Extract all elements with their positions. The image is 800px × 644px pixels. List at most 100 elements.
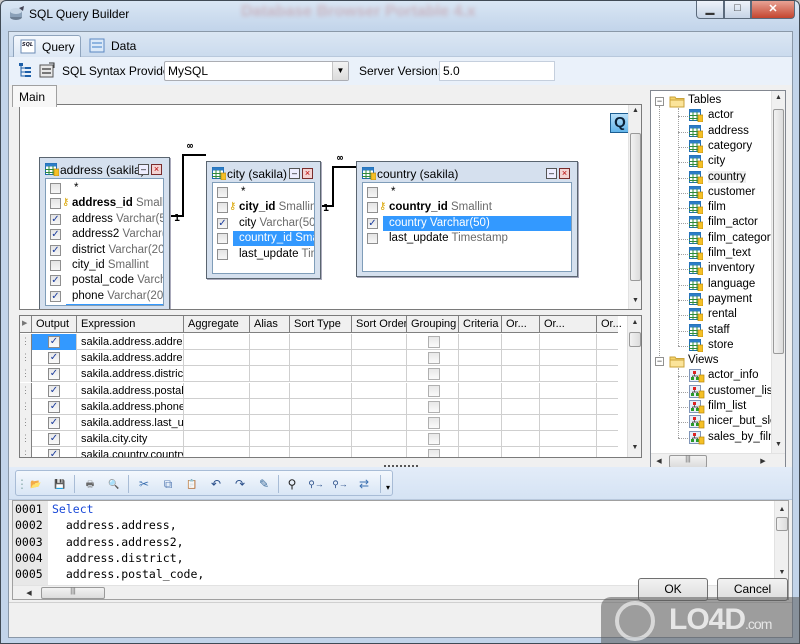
grid-cell[interactable] (290, 350, 352, 367)
grid-cell[interactable] (459, 334, 502, 350)
output-checkbox[interactable]: ✓ (48, 449, 60, 457)
grid-cell[interactable] (502, 447, 540, 457)
grid-cell[interactable] (459, 398, 502, 415)
grid-cell[interactable] (597, 415, 630, 431)
field-row[interactable]: ⚷city_id Smallint (213, 200, 314, 215)
output-checkbox[interactable]: ✓ (48, 336, 60, 348)
collapse-table-icon[interactable]: – (546, 168, 557, 179)
field-checkbox[interactable]: ✓ (50, 213, 61, 225)
field-checkbox[interactable] (367, 202, 378, 214)
grid-cell[interactable] (352, 431, 407, 448)
tab-query[interactable]: SQL Query (13, 35, 81, 57)
scroll-left-icon[interactable]: ◀ (25, 589, 33, 597)
field-row[interactable]: ✓ district Varchar(20) (46, 243, 163, 258)
table-row[interactable]: ⋮ ✓ sakila.address.address ✓ (20, 334, 630, 350)
grid-cell[interactable] (540, 415, 597, 431)
table-row[interactable]: ⋮ ✓ sakila.address.address2 ✓ (20, 350, 630, 367)
scroll-thumb[interactable] (773, 109, 784, 354)
grid-cell[interactable] (597, 431, 630, 448)
field-row[interactable]: ✓ address2 Varchar(50) (46, 227, 163, 242)
title-bar[interactable]: SQL Query Builder Database Browser Porta… (1, 1, 799, 27)
scroll-right-icon[interactable]: ▶ (759, 457, 767, 465)
grid-cell[interactable] (290, 398, 352, 415)
grid-cell[interactable] (502, 382, 540, 399)
grid-cell[interactable] (459, 415, 502, 431)
grid-cell[interactable]: ✓ (32, 447, 77, 457)
grid-cell[interactable] (597, 398, 630, 415)
grid-cell[interactable] (502, 398, 540, 415)
table-box-header[interactable]: country (sakila) – × (360, 165, 574, 183)
column-header[interactable]: Sort Type (290, 316, 352, 333)
diagram-vertical-scrollbar[interactable]: ▲ ▼ (628, 105, 641, 309)
field-row[interactable]: ⚷ country_id Smallint (363, 200, 571, 215)
scroll-thumb[interactable] (630, 133, 641, 281)
grid-cell[interactable] (290, 447, 352, 457)
field-checkbox[interactable] (217, 202, 228, 214)
table-row[interactable]: ⋮ ✓ sakila.address.postal_code ✓ (20, 382, 630, 399)
row-drag-handle[interactable]: ⋮ (20, 350, 32, 367)
grid-cell[interactable] (250, 366, 290, 383)
row-drag-handle[interactable]: ⋮ (20, 382, 32, 399)
grid-cell[interactable]: sakila.country.country (77, 447, 184, 457)
scroll-thumb[interactable] (776, 517, 788, 531)
field-row[interactable]: * (213, 185, 314, 200)
grid-cell[interactable] (290, 334, 352, 350)
grid-cell[interactable] (502, 415, 540, 431)
table-box-header[interactable]: address (sakila) – × (43, 161, 166, 179)
grid-cell[interactable] (540, 447, 597, 457)
grid-cell[interactable] (352, 350, 407, 367)
field-checkbox[interactable]: ✓ (50, 290, 61, 302)
tree-structure-icon[interactable] (17, 62, 33, 78)
grouping-checkbox[interactable]: ✓ (428, 352, 440, 365)
grid-cell[interactable] (290, 431, 352, 448)
code-line[interactable]: 0001 Select (13, 501, 773, 517)
grid-cell[interactable] (502, 350, 540, 367)
syntax-provider-select[interactable]: MySQL ▼ (164, 61, 349, 81)
row-drag-handle[interactable]: ⋮ (20, 431, 32, 448)
grid-cell[interactable] (250, 398, 290, 415)
grouping-checkbox[interactable]: ✓ (428, 384, 440, 397)
field-checkbox[interactable]: ✓ (367, 217, 378, 229)
field-checkbox[interactable] (50, 183, 61, 194)
field-row[interactable]: ✓ country Varchar(50) (363, 215, 571, 231)
grid-cell[interactable] (597, 334, 630, 350)
grid-cell[interactable]: sakila.address.address (77, 334, 184, 350)
grid-cell[interactable]: ✓ (32, 366, 77, 383)
output-checkbox[interactable]: ✓ (48, 352, 60, 365)
find-prev-icon[interactable]: ⚲→ (332, 476, 348, 492)
properties-icon[interactable] (39, 62, 55, 78)
field-row[interactable]: country_id Smallint (213, 231, 314, 247)
table-row[interactable]: ⋮ ✓ sakila.address.last_update ✓ (20, 415, 630, 431)
grid-cell[interactable] (540, 398, 597, 415)
scroll-down-icon[interactable]: ▼ (772, 441, 785, 448)
grouping-checkbox[interactable]: ✓ (428, 433, 440, 446)
scroll-up-icon[interactable]: ▲ (629, 107, 641, 114)
grid-cell[interactable]: ✓ (407, 366, 459, 383)
table-box-address[interactable]: address (sakila)–× * ⚷address_id Smallint… (39, 157, 170, 309)
column-header[interactable]: Criteria (459, 316, 502, 333)
grouping-checkbox[interactable]: ✓ (428, 400, 440, 413)
query-properties-button[interactable]: Q (610, 113, 630, 133)
row-drag-handle[interactable]: ⋮ (20, 366, 32, 383)
grid-cell[interactable] (597, 366, 630, 383)
field-checkbox[interactable]: ✓ (50, 244, 61, 256)
field-checkbox[interactable] (367, 187, 378, 198)
row-drag-handle[interactable]: ⋮ (20, 398, 32, 415)
field-row[interactable]: ✓ address Varchar(50) (46, 212, 163, 227)
grid-cell[interactable] (459, 447, 502, 457)
grid-cell[interactable] (459, 431, 502, 448)
maximize-button[interactable]: □ (724, 1, 751, 19)
open-icon[interactable]: 📂 (28, 476, 44, 492)
grid-cell[interactable]: ✓ (32, 398, 77, 415)
grid-cell[interactable] (502, 366, 540, 383)
query-diagram-canvas[interactable]: 1 ∞ 1 ∞ address (sakila) – × * ⚷ address_id … (19, 104, 642, 310)
output-checkbox[interactable]: ✓ (48, 433, 60, 446)
grid-cell[interactable] (459, 366, 502, 383)
grid-cell[interactable] (459, 350, 502, 367)
chevron-down-icon[interactable]: ▼ (332, 62, 348, 80)
column-header[interactable]: Expression (77, 316, 184, 333)
grid-cell[interactable]: ✓ (32, 350, 77, 367)
collapse-table-icon[interactable]: – (138, 164, 149, 175)
scroll-up-icon[interactable]: ▲ (628, 319, 641, 326)
grid-cell[interactable] (540, 334, 597, 350)
